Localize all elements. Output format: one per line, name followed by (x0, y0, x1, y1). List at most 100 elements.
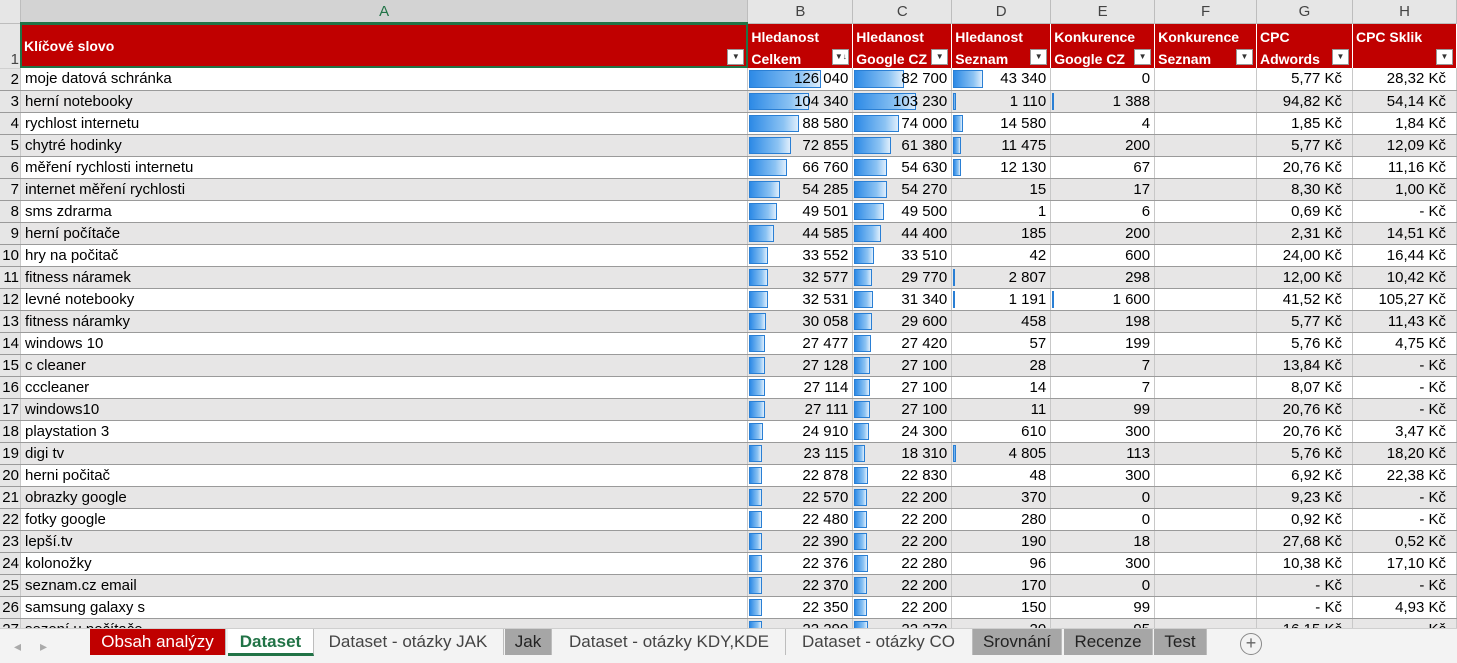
header-search-seznam[interactable]: Hledanost Seznam ▼ (951, 23, 1052, 68)
header-search-total[interactable]: Hledanost Celkem ▼↓ (747, 23, 854, 68)
search-seznam-cell[interactable]: 280 (951, 508, 1052, 531)
header-cpc-adwords[interactable]: CPC Adwords ▼ (1256, 23, 1353, 68)
row-number[interactable]: 9 (0, 222, 21, 245)
search-seznam-cell[interactable]: 43 340 (951, 68, 1052, 91)
column-header-a[interactable]: A (20, 0, 749, 24)
comp-google-cell[interactable]: 0 (1050, 574, 1156, 597)
comp-seznam-cell[interactable] (1154, 178, 1257, 201)
row-number[interactable]: 12 (0, 288, 21, 311)
search-total-cell[interactable]: 22 290 (747, 618, 854, 628)
comp-seznam-cell[interactable] (1154, 464, 1257, 487)
search-total-cell[interactable]: 54 285 (747, 178, 854, 201)
search-total-cell[interactable]: 33 552 (747, 244, 854, 267)
search-google-cell[interactable]: 22 200 (852, 508, 953, 531)
search-seznam-cell[interactable]: 185 (951, 222, 1052, 245)
search-google-cell[interactable]: 18 310 (852, 442, 953, 465)
cpc-sklik-cell[interactable]: 1,84 Kč (1352, 112, 1457, 135)
cpc-adwords-cell[interactable]: 5,76 Kč (1256, 332, 1353, 355)
column-header-d[interactable]: D (951, 0, 1052, 24)
search-google-cell[interactable]: 22 200 (852, 574, 953, 597)
comp-seznam-cell[interactable] (1154, 596, 1257, 619)
row-number[interactable]: 26 (0, 596, 21, 619)
comp-google-cell[interactable]: 199 (1050, 332, 1156, 355)
cpc-adwords-cell[interactable]: 5,77 Kč (1256, 310, 1353, 333)
search-seznam-cell[interactable]: 610 (951, 420, 1052, 443)
search-total-cell[interactable]: 27 128 (747, 354, 854, 377)
row-number[interactable]: 17 (0, 398, 21, 421)
row-number[interactable]: 10 (0, 244, 21, 267)
search-total-cell[interactable]: 22 350 (747, 596, 854, 619)
search-google-cell[interactable]: 27 420 (852, 332, 953, 355)
cpc-sklik-cell[interactable]: - Kč (1352, 376, 1457, 399)
column-header-g[interactable]: G (1256, 0, 1353, 24)
keyword-cell[interactable]: digi tv (20, 442, 749, 465)
keyword-cell[interactable]: sezení u počítače (20, 618, 749, 628)
comp-google-cell[interactable]: 99 (1050, 596, 1156, 619)
cpc-adwords-cell[interactable]: 24,00 Kč (1256, 244, 1353, 267)
sheet-tab[interactable]: Recenze (1064, 629, 1153, 655)
row-number[interactable]: 19 (0, 442, 21, 465)
keyword-cell[interactable]: cccleaner (20, 376, 749, 399)
cpc-sklik-cell[interactable]: 22,38 Kč (1352, 464, 1457, 487)
row-number[interactable]: 6 (0, 156, 21, 179)
sheet-tab[interactable]: Obsah analýzy (90, 629, 226, 655)
keyword-cell[interactable]: herni počitač (20, 464, 749, 487)
search-google-cell[interactable]: 31 340 (852, 288, 953, 311)
comp-seznam-cell[interactable] (1154, 310, 1257, 333)
next-sheet-arrow-icon[interactable]: ▸ (40, 638, 47, 655)
filter-dropdown-icon[interactable]: ▼ (1436, 49, 1453, 65)
comp-google-cell[interactable]: 0 (1050, 486, 1156, 509)
row-number[interactable]: 24 (0, 552, 21, 575)
sheet-tab[interactable]: Dataset (228, 629, 314, 656)
search-total-cell[interactable]: 22 376 (747, 552, 854, 575)
cpc-sklik-cell[interactable]: 0,52 Kč (1352, 530, 1457, 553)
filter-dropdown-icon[interactable]: ▼ (1331, 49, 1349, 65)
comp-seznam-cell[interactable] (1154, 442, 1257, 465)
cpc-adwords-cell[interactable]: 16,15 Kč (1256, 618, 1353, 628)
sheet-tab[interactable]: Dataset - otázky CO (785, 629, 973, 655)
search-total-cell[interactable]: 32 531 (747, 288, 854, 311)
row-number[interactable]: 16 (0, 376, 21, 399)
sheet-tab[interactable]: Test (1154, 629, 1207, 655)
comp-google-cell[interactable]: 67 (1050, 156, 1156, 179)
keyword-cell[interactable]: fotky google (20, 508, 749, 531)
header-search-google[interactable]: Hledanost Google CZ ▼ (852, 23, 953, 68)
search-google-cell[interactable]: 54 630 (852, 156, 953, 179)
cpc-adwords-cell[interactable]: 27,68 Kč (1256, 530, 1353, 553)
search-total-cell[interactable]: 27 111 (747, 398, 854, 421)
sheet-tab[interactable]: Srovnání (973, 629, 1062, 655)
comp-google-cell[interactable]: 1 600 (1050, 288, 1156, 311)
row-number[interactable]: 25 (0, 574, 21, 597)
search-seznam-cell[interactable]: 11 (951, 398, 1052, 421)
row-number[interactable]: 13 (0, 310, 21, 333)
search-seznam-cell[interactable]: 57 (951, 332, 1052, 355)
column-header-f[interactable]: F (1154, 0, 1257, 24)
comp-seznam-cell[interactable] (1154, 288, 1257, 311)
cpc-adwords-cell[interactable]: 5,77 Kč (1256, 68, 1353, 91)
cpc-adwords-cell[interactable]: 6,92 Kč (1256, 464, 1353, 487)
cpc-sklik-cell[interactable]: 10,42 Kč (1352, 266, 1457, 289)
search-total-cell[interactable]: 23 115 (747, 442, 854, 465)
filter-dropdown-icon[interactable]: ▼ (1236, 49, 1253, 65)
header-keyword[interactable]: Klíčové slovo ▼ (20, 23, 749, 68)
comp-seznam-cell[interactable] (1154, 134, 1257, 157)
comp-google-cell[interactable]: 7 (1050, 354, 1156, 377)
keyword-cell[interactable]: seznam.cz email (20, 574, 749, 597)
cpc-adwords-cell[interactable]: 8,07 Kč (1256, 376, 1353, 399)
comp-google-cell[interactable]: 0 (1050, 68, 1156, 91)
row-number[interactable]: 1 (0, 23, 21, 69)
search-total-cell[interactable]: 30 058 (747, 310, 854, 333)
cpc-adwords-cell[interactable]: - Kč (1256, 574, 1353, 597)
header-comp-google[interactable]: Konkurence Google CZ ▼ (1050, 23, 1156, 68)
header-cpc-sklik[interactable]: CPC Sklik ▼ (1352, 23, 1457, 68)
select-all-corner[interactable] (0, 0, 21, 24)
search-seznam-cell[interactable]: 28 (951, 354, 1052, 377)
comp-google-cell[interactable]: 300 (1050, 464, 1156, 487)
sort-descending-filter-icon[interactable]: ▼↓ (832, 49, 850, 65)
search-seznam-cell[interactable]: 12 130 (951, 156, 1052, 179)
comp-google-cell[interactable]: 6 (1050, 200, 1156, 223)
cpc-adwords-cell[interactable]: 2,31 Kč (1256, 222, 1353, 245)
row-number[interactable]: 2 (0, 68, 21, 91)
comp-seznam-cell[interactable] (1154, 486, 1257, 509)
row-number[interactable]: 20 (0, 464, 21, 487)
